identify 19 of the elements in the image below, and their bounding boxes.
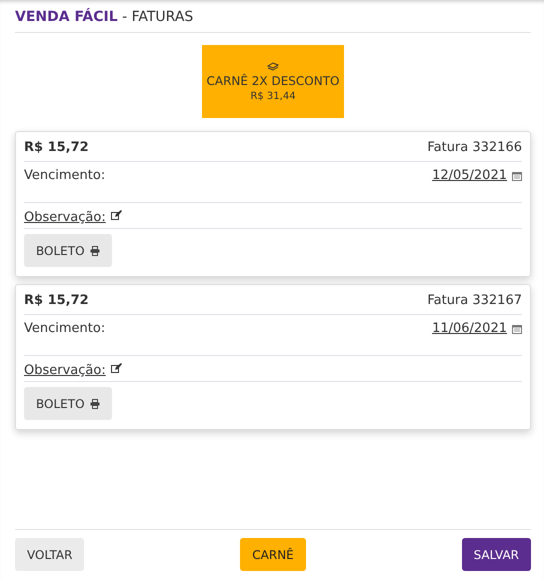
invoice-number: Fatura 332166 — [427, 140, 522, 155]
footer-button[interactable]: CARNÊ — [240, 538, 306, 571]
separator: - — [121, 9, 128, 25]
due-date-link[interactable]: 12/05/2021 — [432, 168, 507, 183]
invoice-amount: R$ 15,72 — [24, 140, 89, 155]
due-label: Vencimento: — [24, 321, 106, 336]
invoice-number: Fatura 332167 — [427, 293, 522, 308]
carne-discount-button[interactable]: CARNÊ 2X DESCONTO R$ 31,44 — [202, 45, 344, 118]
boleto-button[interactable]: BOLETO — [24, 234, 112, 267]
due-date-link[interactable]: 11/06/2021 — [432, 321, 507, 336]
note-link[interactable]: Observação: — [24, 210, 106, 225]
due-label: Vencimento: — [24, 168, 106, 183]
invoice-amount: R$ 15,72 — [24, 293, 89, 308]
footer-button[interactable]: SALVAR — [462, 538, 531, 571]
app-brand: VENDA FÁCIL — [15, 9, 118, 25]
note-link[interactable]: Observação: — [24, 363, 106, 378]
footer-button[interactable]: VOLTAR — [15, 538, 84, 571]
page-title: FATURAS — [132, 9, 194, 25]
boleto-button[interactable]: BOLETO — [24, 387, 112, 420]
